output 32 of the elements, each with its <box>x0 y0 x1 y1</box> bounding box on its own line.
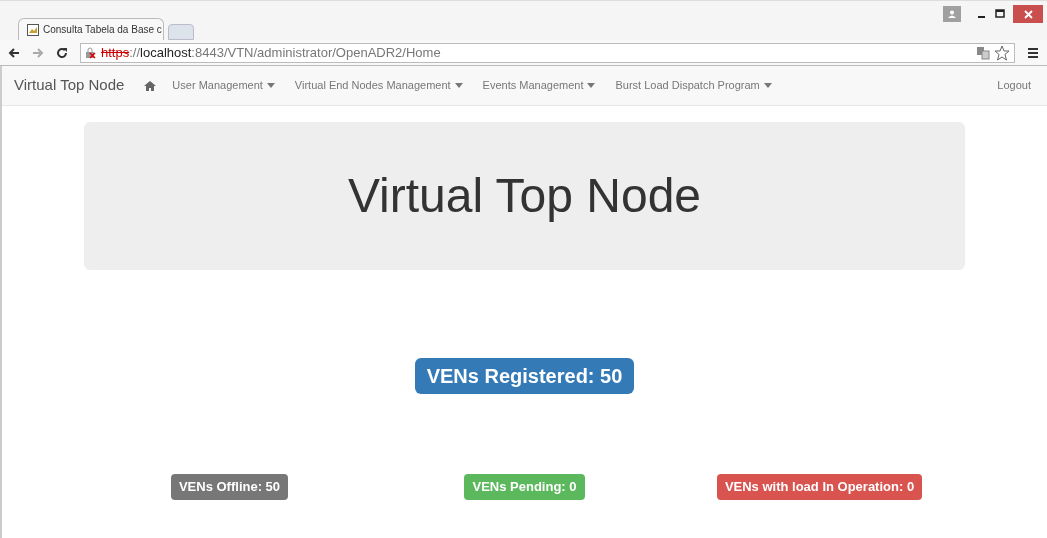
page-icon <box>27 23 39 36</box>
page-title: Virtual Top Node <box>347 168 702 224</box>
maximize-icon[interactable] <box>995 9 1005 19</box>
logout-link[interactable]: Logout <box>997 77 1031 94</box>
menu-icon[interactable] <box>1027 46 1039 59</box>
address-bar[interactable]: https://localhost:8443/VTN/administrator/OpenADR2/Home <box>80 42 1015 63</box>
close-icon <box>1023 9 1033 19</box>
account-button[interactable] <box>943 6 961 22</box>
browser-tab[interactable]: Consulta Tabela da Base c <box>18 18 164 40</box>
close-window-button[interactable] <box>1013 5 1043 23</box>
url-text: https://localhost:8443/VTN/administrator/OpenADR2/Home <box>101 43 441 62</box>
status-badge: VENs Pending: 0 <box>464 474 585 500</box>
status-badge: VENs Registered: 50 <box>414 358 635 394</box>
home-icon[interactable] <box>144 79 157 92</box>
tab-title: Consulta Tabela da Base c <box>43 23 162 37</box>
back-icon[interactable] <box>8 46 20 59</box>
star-icon[interactable] <box>994 44 1010 61</box>
caret-icon <box>587 83 596 88</box>
status-badge: VENs Offline: 50 <box>170 474 289 500</box>
nav-menu[interactable]: Virtual End Nodes Management <box>294 77 463 94</box>
status-badge: VENs with load In Operation: 0 <box>716 474 923 500</box>
nav-menu[interactable]: Burst Load Dispatch Program <box>615 77 772 94</box>
broken-lock-icon <box>85 46 97 59</box>
caret-icon <box>763 83 772 88</box>
reload-icon[interactable] <box>56 46 68 59</box>
person-icon <box>948 10 956 18</box>
nav-menu[interactable]: Events Management <box>482 77 596 94</box>
translate-icon[interactable] <box>976 45 990 60</box>
caret-icon <box>454 83 463 88</box>
caret-icon <box>266 83 275 88</box>
brand-link[interactable]: Virtual Top Node <box>14 74 125 97</box>
nav-menu[interactable]: User Management <box>172 77 275 94</box>
